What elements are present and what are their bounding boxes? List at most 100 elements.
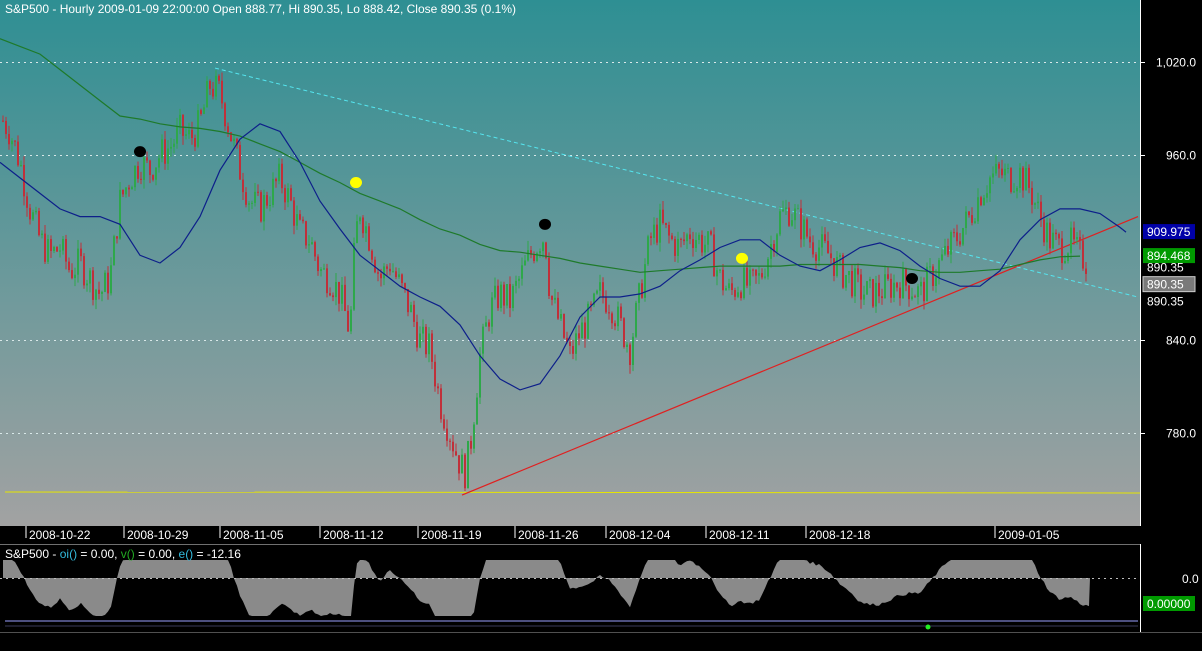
price-candle-body — [215, 75, 217, 97]
price-candle-body — [323, 268, 325, 270]
price-candle-body — [722, 269, 724, 291]
price-candle-body — [218, 75, 220, 81]
price-candle-body — [56, 246, 58, 252]
price-candle-body — [650, 236, 652, 238]
price-candle-body — [422, 326, 424, 334]
price-candle-body — [1079, 237, 1081, 241]
price-candle-body — [389, 268, 391, 272]
y-tick-label: 960.0 — [1166, 149, 1196, 163]
black-signal-marker — [134, 146, 146, 158]
price-candle-body — [161, 139, 163, 159]
price-candle-body — [437, 386, 439, 389]
price-candle-body — [539, 251, 541, 254]
x-tick-label: 2008-12-18 — [809, 528, 871, 542]
oscillator-zero-tick: 0.0 — [1182, 572, 1199, 586]
price-candle-body — [1085, 268, 1087, 274]
price-candle-body — [86, 283, 88, 286]
price-candle-body — [962, 228, 964, 245]
oscillator-value-tag: 0.00000 — [1147, 597, 1191, 611]
price-candle-body — [29, 207, 31, 220]
price-candle-body — [41, 233, 43, 236]
price-candle-body — [809, 236, 811, 243]
price-candle-body — [338, 281, 340, 304]
yellow-signal-marker — [736, 252, 748, 264]
price-candle-body — [35, 210, 37, 213]
price-candle-body — [1019, 167, 1021, 188]
price-candle-body — [299, 214, 301, 220]
price-candle-body — [791, 220, 793, 226]
price-candle-body — [1070, 227, 1072, 254]
price-candle-body — [821, 234, 823, 248]
price-candle-body — [656, 224, 658, 243]
price-candle-body — [956, 232, 958, 242]
price-candle-body — [995, 163, 997, 174]
price-candle-body — [662, 209, 664, 223]
price-candle-body — [116, 236, 118, 239]
oi-label: oi() — [60, 547, 77, 561]
price-candle-body — [767, 258, 769, 277]
price-candle-body — [578, 333, 580, 339]
price-candle-body — [524, 260, 526, 266]
price-candle-body — [704, 244, 706, 253]
price-candle-body — [497, 285, 499, 309]
price-candle-body — [806, 219, 808, 237]
price-candle-body — [830, 253, 832, 259]
price-candle-body — [563, 314, 565, 338]
price-candle-body — [743, 267, 745, 299]
price-candle-body — [494, 285, 496, 298]
price-candle-body — [428, 333, 430, 355]
price-candle-body — [794, 208, 796, 221]
price-candle-body — [383, 266, 385, 279]
price-candle-body — [470, 440, 472, 449]
price-candle-body — [953, 232, 955, 234]
price-candle-body — [713, 234, 715, 277]
price-candle-body — [740, 292, 742, 299]
price-candle-body — [884, 274, 886, 299]
oscillator-title: S&P500 - oi() = 0.00, v() = 0.00, e() = … — [5, 547, 241, 561]
price-candle-body — [878, 282, 880, 297]
price-candle-body — [611, 313, 613, 324]
price-candle-body — [251, 202, 253, 204]
price-candle-body — [425, 326, 427, 355]
price-candle-body — [572, 345, 574, 354]
price-candle-body — [284, 188, 286, 203]
price-candle-body — [185, 134, 187, 136]
price-candle-body — [1028, 167, 1030, 188]
price-candle-body — [860, 274, 862, 300]
price-candle-body — [347, 310, 349, 332]
price-candle-body — [635, 302, 637, 337]
price-candle-body — [179, 114, 181, 127]
price-candle-body — [812, 242, 814, 255]
chart-canvas[interactable]: 2008-10-22 2008-10-29 2008-11-05 2008-11-12… — [0, 0, 1202, 646]
price-candle-body — [314, 242, 316, 257]
price-candle-body — [446, 428, 448, 441]
price-candle-body — [209, 81, 211, 89]
price-candle-body — [293, 200, 295, 226]
price-candle-body — [320, 269, 322, 272]
price-candle-body — [407, 289, 409, 313]
price-candle-body — [311, 242, 313, 245]
price-candle-body — [98, 289, 100, 294]
price-candle-body — [53, 246, 55, 251]
price-candle-body — [455, 451, 457, 456]
price-candle-body — [866, 281, 868, 295]
v-value: = 0.00, — [138, 547, 178, 561]
price-candle-body — [419, 333, 421, 348]
price-candle-body — [233, 138, 235, 142]
price-candle-body — [839, 254, 841, 257]
price-candle-body — [221, 80, 223, 104]
price-candle-body — [554, 297, 556, 300]
price-candle-body — [665, 222, 667, 225]
price-candle-body — [512, 285, 514, 308]
price-candle-body — [188, 129, 190, 135]
price-candle-body — [482, 326, 484, 354]
price-candle-body — [959, 241, 961, 245]
price-candle-body — [914, 296, 916, 298]
price-candle-body — [938, 260, 940, 278]
price-candle-body — [80, 248, 82, 257]
price-candle-body — [983, 197, 985, 206]
price-candle-body — [626, 344, 628, 347]
price-candle-body — [980, 197, 982, 206]
price-candle-body — [935, 277, 937, 286]
chart-window: 2008-10-22 2008-10-29 2008-11-05 2008-11-12… — [0, 0, 1202, 646]
